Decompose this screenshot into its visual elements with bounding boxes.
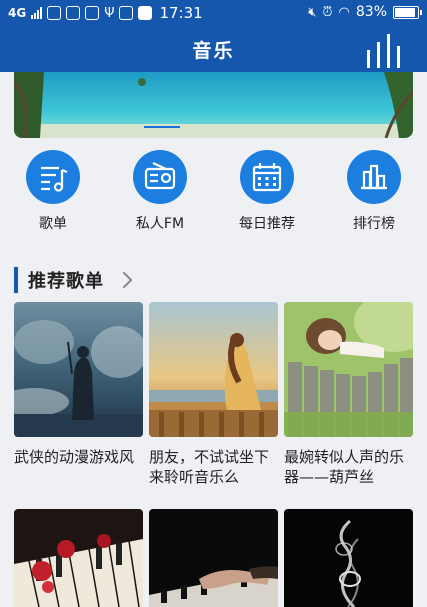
status-bar: 4G Ψ 17:31 🔇︎ ⏰︎ ◠ 83% — [0, 0, 427, 26]
chart-icon — [347, 150, 401, 204]
banner-image — [14, 72, 413, 138]
sim-icon — [138, 6, 153, 20]
battery-percent: 83% — [355, 4, 387, 20]
playlist-cover — [284, 302, 413, 437]
calendar-icon — [240, 150, 294, 204]
playlist-title: 朋友，不试试坐下来聆听音乐么 — [149, 448, 270, 486]
network-type: 4G — [8, 6, 27, 20]
playlist-cover — [149, 302, 278, 437]
playlist-title: 最婉转似人声的乐器——葫芦丝 — [284, 448, 405, 486]
playlist-card[interactable]: 最婉转似人声的乐器——葫芦丝 — [284, 302, 413, 487]
chevron-right-icon — [115, 271, 133, 289]
app-icon — [119, 6, 134, 20]
playlist-card[interactable]: 武侠的动漫游戏风 — [14, 302, 143, 487]
nav-label: 每日推荐 — [239, 216, 295, 232]
now-playing-icon[interactable] — [367, 34, 407, 68]
battery-icon — [393, 5, 422, 19]
notification-icon — [47, 6, 62, 20]
shield-icon — [85, 6, 100, 20]
clock: 17:31 — [159, 4, 203, 22]
playlist-cover — [284, 509, 413, 607]
recommended-section-header[interactable]: 推荐歌单 — [14, 266, 133, 294]
playlist-cover — [149, 509, 278, 607]
usb-icon: Ψ — [104, 5, 115, 21]
playlist-cover — [14, 509, 143, 607]
playlist-card[interactable]: 朋友，不试试坐下来聆听音乐么 — [149, 302, 278, 487]
section-title: 推荐歌单 — [28, 271, 104, 292]
nav-label: 私人FM — [135, 216, 185, 232]
playlist-card[interactable] — [14, 509, 143, 607]
section-marker — [14, 267, 18, 293]
nav-daily[interactable]: 每日推荐 — [227, 150, 307, 233]
nav-fm[interactable]: 私人FM — [120, 150, 200, 233]
radio-icon — [133, 150, 187, 204]
message-icon — [66, 6, 81, 20]
app-header: 音乐 — [0, 26, 427, 72]
nav-chart[interactable]: 排行榜 — [334, 150, 414, 233]
wifi-icon: ◠ — [338, 4, 350, 20]
alarm-icon: ⏰︎ — [322, 4, 333, 20]
nav-label: 歌单 — [39, 216, 67, 232]
page-title: 音乐 — [192, 40, 235, 62]
banner-carousel[interactable] — [14, 72, 413, 138]
playlist-title: 武侠的动漫游戏风 — [14, 448, 135, 466]
mute-icon: 🔇︎ — [308, 4, 317, 20]
nav-label: 排行榜 — [353, 216, 395, 232]
playlist-icon — [26, 150, 80, 204]
playlist-cover — [14, 302, 143, 437]
carousel-indicator — [144, 126, 180, 128]
nav-playlist[interactable]: 歌单 — [13, 150, 93, 233]
quick-nav: 歌单 私人FM 每日推荐 排行榜 — [0, 150, 427, 240]
playlist-card[interactable] — [149, 509, 278, 607]
playlist-card[interactable] — [284, 509, 413, 607]
signal-icon — [31, 7, 43, 19]
